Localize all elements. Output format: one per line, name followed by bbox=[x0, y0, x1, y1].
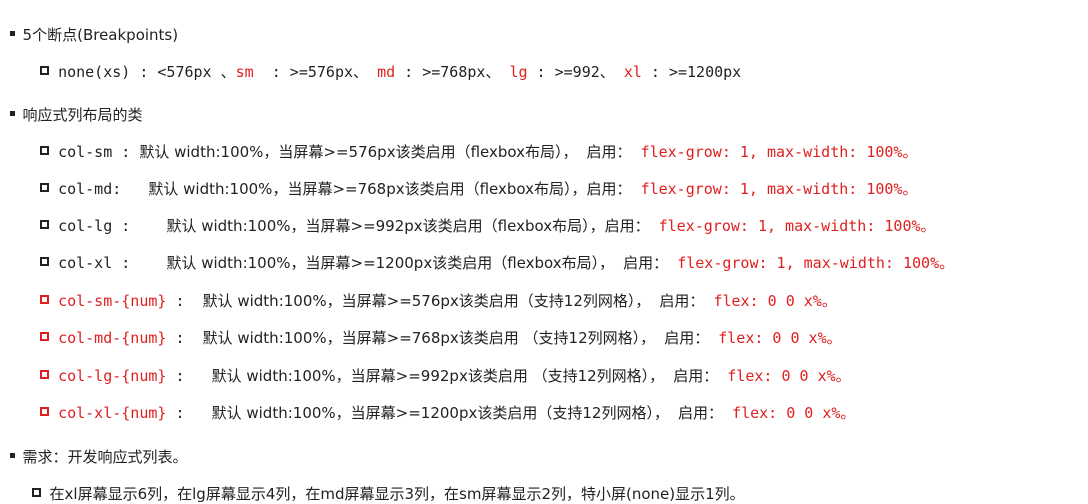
list-item: col-xl : 默认 width:100%，当屏幕>=1200px该类启用（f… bbox=[22, 233, 954, 273]
checkbox-square-icon bbox=[40, 146, 50, 155]
checkbox-square-icon bbox=[40, 407, 50, 416]
checkbox-square-icon bbox=[40, 295, 50, 304]
responsive-heading: 响应式列布局的类 bbox=[0, 85, 143, 125]
list-item: col-xl-{num} : 默认 width:100%，当屏幕>=1200px… bbox=[22, 383, 855, 423]
requirement-heading: 需求：开发响应式列表。 bbox=[0, 427, 188, 467]
bullet-icon bbox=[9, 111, 15, 116]
list-item: col-lg : 默认 width:100%，当屏幕>=992px该类启用（fl… bbox=[22, 196, 936, 236]
list-item: col-lg-{num} : 默认 width:100%，当屏幕>=992px该… bbox=[22, 346, 851, 386]
bullet-icon bbox=[9, 453, 15, 458]
list-item: col-md: 默认 width:100%，当屏幕>=768px该类启用（fle… bbox=[22, 159, 917, 199]
checkbox-square-icon bbox=[40, 66, 50, 75]
list-item: col-sm-{num} : 默认 width:100%，当屏幕>=576px该… bbox=[22, 271, 837, 311]
bullet-icon bbox=[9, 31, 15, 36]
checkbox-square-icon bbox=[40, 370, 50, 379]
checkbox-square-icon bbox=[40, 220, 50, 229]
list-item: col-md-{num} : 默认 width:100%，当屏幕>=768px该… bbox=[22, 308, 842, 348]
checkbox-square-icon bbox=[40, 257, 50, 266]
checkbox-square-icon bbox=[40, 332, 50, 341]
breakpoints-heading: 5个断点(Breakpoints) bbox=[0, 5, 178, 45]
requirement-list-item: 在xl屏幕显示6列，在lg屏幕显示4列，在md屏幕显示3列，在sm屏幕显示2列，… bbox=[22, 464, 745, 504]
breakpoints-list-item: none(xs) : <576px 、sm : >=576px、 md : >=… bbox=[22, 42, 741, 82]
checkbox-square-icon bbox=[40, 183, 50, 192]
list-item: col-sm : 默认 width:100%，当屏幕>=576px该类启用（fl… bbox=[22, 122, 917, 162]
